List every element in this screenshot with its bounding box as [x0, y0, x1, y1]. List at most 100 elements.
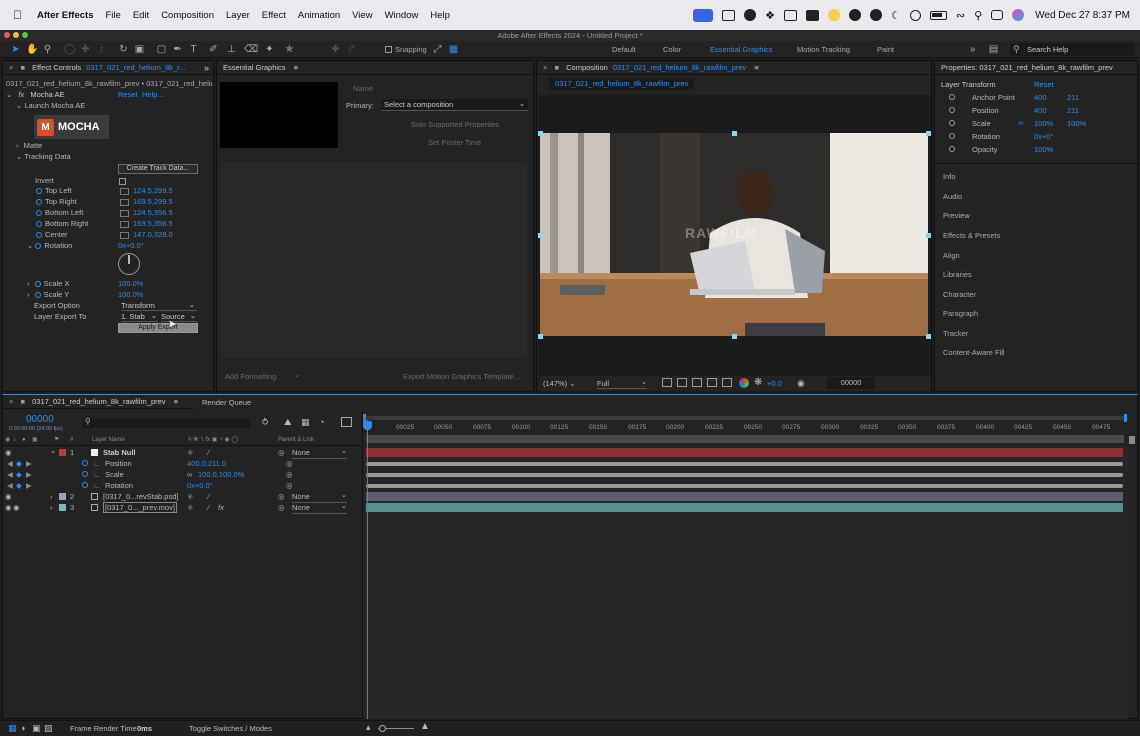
- region-icon[interactable]: [722, 378, 732, 387]
- preview-panel[interactable]: Preview: [943, 211, 970, 220]
- panel-close-icon[interactable]: ×: [9, 63, 13, 72]
- zoom-tool-icon[interactable]: ⚲: [42, 44, 53, 55]
- c-icon[interactable]: [869, 9, 882, 21]
- lock-icon[interactable]: ▣: [32, 435, 38, 446]
- workspace-default[interactable]: Default: [612, 41, 636, 58]
- scale-x[interactable]: 100%: [1034, 119, 1053, 128]
- stopwatch-icon[interactable]: [36, 221, 42, 228]
- sub-prop-position[interactable]: ◀ ◆ ▶ ∟ Position 400.0,211.0 ◎: [2, 458, 360, 469]
- stopwatch-icon[interactable]: [82, 482, 88, 488]
- timecode-field[interactable]: 00000: [827, 377, 875, 389]
- param-top-right-value[interactable]: 169.5,299.5: [120, 197, 173, 207]
- layer-row-prev-mov[interactable]: ◉ ◉ › 3 [0317_0..._prev.mov] ⍟ ∕ fx ◎ No…: [2, 501, 360, 514]
- constrain-link-icon[interactable]: ∞: [1018, 118, 1023, 127]
- eg-add-formatting[interactable]: Add Formatting: [225, 372, 276, 381]
- stopwatch-icon[interactable]: [82, 460, 88, 466]
- keyframe-nav-icon[interactable]: ◀: [7, 469, 13, 480]
- workspace-paint[interactable]: Paint: [877, 41, 894, 58]
- close-window-button[interactable]: [4, 32, 10, 38]
- align-panel[interactable]: Align: [943, 251, 960, 260]
- stopwatch-icon[interactable]: [34, 292, 41, 299]
- crosshair-icon[interactable]: [120, 220, 129, 228]
- type-tool-icon[interactable]: T: [188, 44, 199, 55]
- snap-features-icon[interactable]: ▦: [448, 44, 459, 55]
- quality-switch-icon[interactable]: ∕: [208, 491, 209, 502]
- eg-poster-button[interactable]: Set Poster Time: [428, 138, 481, 147]
- panel-menu-icon[interactable]: ≡: [294, 63, 298, 72]
- character-panel[interactable]: Character: [943, 290, 976, 299]
- pickwhip-icon[interactable]: ◎: [278, 502, 285, 513]
- stopwatch-icon[interactable]: [949, 107, 955, 113]
- menu-edit[interactable]: Edit: [133, 10, 149, 21]
- export-option-select[interactable]: Transform ⌄: [121, 300, 197, 311]
- crosshair-icon[interactable]: [120, 231, 129, 239]
- render-queue-tab[interactable]: Render Queue: [202, 398, 251, 407]
- keyframe-nav-icon[interactable]: ◀: [7, 458, 13, 469]
- crosshair-icon[interactable]: [120, 198, 129, 206]
- content-aware-fill-panel[interactable]: Content-Aware Fill: [943, 348, 1005, 357]
- eg-export-template-button[interactable]: Export Motion Graphics Template...: [403, 372, 520, 381]
- eg-solo-button[interactable]: Solo Supported Properties: [411, 120, 499, 129]
- snapshot-icon[interactable]: ◉: [797, 378, 805, 389]
- zoom-select[interactable]: (147%) ⌄: [543, 379, 576, 388]
- zoom-in-icon[interactable]: ▲: [420, 721, 430, 732]
- tracker-panel[interactable]: Tracker: [943, 329, 968, 338]
- camera-icon[interactable]: [783, 9, 797, 21]
- layer-name[interactable]: [0317_0..._prev.mov]: [103, 502, 177, 513]
- keyframe-nav-icon[interactable]: ◀: [7, 480, 13, 491]
- pickwhip-icon[interactable]: ◎: [286, 469, 293, 480]
- playhead-handle[interactable]: [363, 421, 372, 430]
- shy-switch-icon[interactable]: ⍟: [188, 491, 193, 502]
- layer-export-select[interactable]: 1. Stab ⌄: [121, 311, 158, 322]
- screen-share-icon[interactable]: [693, 8, 714, 22]
- param-center-value[interactable]: 147.0,328.0: [120, 230, 173, 240]
- search-help-field[interactable]: ⚲ Search Help: [1010, 43, 1135, 56]
- composition-tab[interactable]: × ■ Composition 0317_021_red_helium_8k_r…: [537, 61, 931, 75]
- wifi-icon[interactable]: ∾: [956, 9, 965, 22]
- panel-lock-icon[interactable]: ■: [20, 63, 25, 72]
- workspace-color[interactable]: Color: [663, 41, 681, 58]
- crosshair-icon[interactable]: [120, 187, 129, 195]
- app-menu[interactable]: After Effects: [37, 10, 94, 21]
- dolly-tool-icon[interactable]: ↕: [96, 44, 107, 55]
- visibility-eye-icon[interactable]: ◉: [5, 502, 12, 513]
- pickwhip-icon[interactable]: ◎: [278, 491, 285, 502]
- work-area-bar[interactable]: [366, 435, 1124, 443]
- pickwhip-icon[interactable]: ◎: [286, 458, 293, 469]
- menu-composition[interactable]: Composition: [161, 10, 214, 21]
- param-value[interactable]: 169.5,299.5: [133, 197, 173, 206]
- source-select[interactable]: Source ⌄: [161, 311, 197, 322]
- layer-bar-stab-null[interactable]: [366, 448, 1123, 457]
- transform-handle[interactable]: [538, 233, 543, 238]
- menu-effect[interactable]: Effect: [262, 10, 286, 21]
- siri-icon[interactable]: [1012, 9, 1025, 21]
- motion-blur-icon[interactable]: ◔: [319, 417, 324, 427]
- chevron-right-icon[interactable]: ›: [16, 141, 19, 150]
- param-bottom-left-value[interactable]: 124.5,356.5: [120, 208, 173, 218]
- frame-blending-icon[interactable]: ▦: [301, 417, 310, 428]
- exposure-value[interactable]: +0.0: [767, 379, 782, 388]
- status-icon-1[interactable]: ▦: [8, 723, 17, 734]
- chevron-right-icon[interactable]: ›: [27, 290, 30, 299]
- fit-icon[interactable]: [662, 378, 672, 387]
- shy-switch-icon[interactable]: ⍟: [188, 447, 193, 458]
- fx-icon[interactable]: fx: [18, 90, 24, 99]
- draft-3d-icon[interactable]: ⛰: [284, 417, 292, 428]
- param-bottom-right-value[interactable]: 169.5,356.5: [120, 219, 173, 229]
- pen-tool-icon[interactable]: ✒: [172, 44, 183, 55]
- rectangle-tool-icon[interactable]: ▢: [156, 44, 167, 55]
- create-track-data-button[interactable]: Create Track Data...: [118, 164, 198, 174]
- property-track-scale[interactable]: [366, 473, 1123, 477]
- quality-switch-icon[interactable]: ∕: [208, 447, 209, 458]
- position-x[interactable]: 400: [1034, 106, 1047, 115]
- panel-close-icon[interactable]: ×: [543, 63, 547, 72]
- launch-mocha-row[interactable]: ⌄ Launch Mocha AE: [16, 101, 85, 111]
- layer-label-color[interactable]: [59, 504, 66, 511]
- graph-editor-icon[interactable]: [341, 417, 352, 427]
- sub-prop-value[interactable]: 100.0,100.0%: [198, 469, 244, 480]
- transform-handle[interactable]: [926, 131, 931, 136]
- parent-select[interactable]: None ⌄: [292, 501, 347, 514]
- notion-icon[interactable]: [805, 9, 819, 21]
- position-y[interactable]: 211: [1067, 106, 1079, 115]
- layer-bar-stab-psd[interactable]: [366, 492, 1123, 501]
